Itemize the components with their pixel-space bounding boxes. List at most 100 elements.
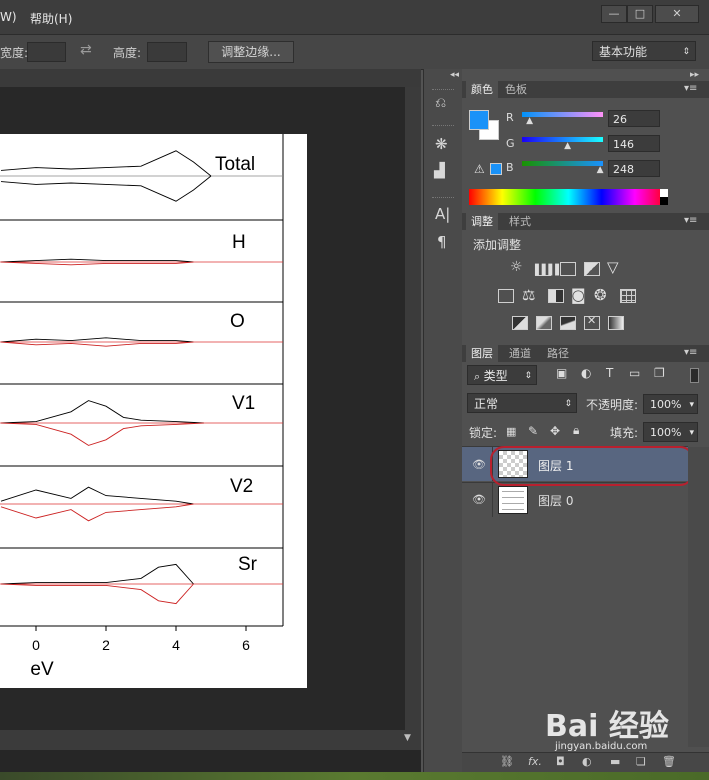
strip-grip [432, 89, 454, 94]
vertical-scrollbar[interactable] [405, 87, 421, 730]
eye-icon[interactable]: 👁︎ [472, 458, 486, 471]
threshold-icon[interactable] [560, 316, 576, 330]
filter-smart-object-icon[interactable]: ❐ [654, 366, 665, 380]
refine-edge-button[interactable]: 调整边缘... [208, 41, 294, 63]
menu-bar: W) 帮助(H) — □ ✕ [0, 0, 709, 34]
filter-pixel-icon[interactable]: ▣ [556, 366, 567, 380]
opacity-field[interactable]: 100% ▾ [643, 394, 698, 414]
layer-filter-select[interactable]: ⌕ 类型 ⇕ [467, 365, 537, 385]
blend-mode-select[interactable]: 正常 ⇕ [467, 393, 577, 413]
g-value[interactable]: 146 [608, 135, 660, 152]
b-value[interactable]: 248 [608, 160, 660, 177]
height-label: 高度: [113, 46, 142, 60]
maximize-button[interactable]: □ [627, 5, 653, 23]
tab-swatches[interactable]: 色板 [500, 81, 532, 98]
foreground-color-swatch-front[interactable] [469, 110, 489, 130]
character-icon[interactable]: A| [435, 205, 450, 223]
levels-icon[interactable]: ▌▌▌▌ [535, 262, 563, 276]
x-tick-label: 4 [172, 637, 180, 653]
width-label: 宽度: [0, 46, 29, 60]
workspace-label: 基本功能 [599, 45, 648, 59]
height-input[interactable] [147, 42, 187, 62]
fx-icon[interactable]: fx. [528, 755, 542, 768]
layer-name[interactable]: 图层 0 [538, 492, 573, 509]
minimize-button[interactable]: — [601, 5, 627, 23]
filter-type-icon[interactable]: T [606, 366, 613, 380]
curves-icon[interactable] [560, 262, 576, 276]
paragraph-icon[interactable]: ¶ [437, 233, 447, 251]
link-icon[interactable]: ⛓ [500, 755, 514, 768]
layer-row[interactable]: 👁︎ 图层 0 [462, 482, 688, 517]
panel-menu-icon[interactable]: ▾≡ [684, 347, 697, 358]
filter-toggle-switch[interactable] [690, 368, 699, 383]
r-slider[interactable] [522, 112, 603, 117]
gamut-warning-icon[interactable]: ⚠ [474, 162, 485, 176]
web-safe-swatch[interactable] [490, 163, 502, 175]
x-axis-label: eV [30, 659, 54, 680]
tab-layers[interactable]: 图层 [466, 345, 498, 362]
fill-field[interactable]: 100% ▾ [643, 422, 698, 442]
channel-mixer-icon[interactable]: ❂ [594, 286, 607, 304]
posterize-icon[interactable] [536, 316, 552, 330]
menu-help[interactable]: 帮助(H) [30, 10, 72, 27]
vibrance-icon[interactable]: ▽ [607, 258, 619, 276]
layer-thumbnail [498, 486, 528, 514]
histogram-icon[interactable]: ▟ [434, 163, 445, 179]
filter-shape-icon[interactable]: ▭ [629, 366, 640, 380]
selective-color-icon[interactable]: ✕ [584, 314, 600, 330]
tab-paths[interactable]: 路径 [542, 345, 574, 362]
r-label: R [506, 111, 514, 124]
g-slider-thumb[interactable]: ▲ [564, 141, 571, 151]
lock-transparent-icon[interactable]: ▦ [506, 425, 516, 438]
layers-panel-tabs: 图层 通道 路径 ▾≡ [462, 345, 709, 362]
tab-styles[interactable]: 样式 [504, 213, 536, 230]
black-swatch[interactable] [660, 197, 668, 205]
tab-channels[interactable]: 通道 [504, 345, 536, 362]
collapsed-panel-strip: ◂◂ ⎌ ❋ ▟ A| ¶ [423, 69, 463, 780]
scroll-down-icon[interactable]: ▼ [404, 733, 411, 743]
white-swatch[interactable] [660, 189, 668, 197]
invert-icon[interactable] [512, 316, 528, 330]
horizontal-scrollbar[interactable]: ▼ [0, 730, 421, 750]
photo-filter-icon[interactable]: ◙ [571, 286, 586, 304]
panel-menu-icon[interactable]: ▾≡ [684, 83, 697, 94]
color-lookup-icon[interactable] [620, 289, 636, 303]
lock-brush-icon[interactable]: ✎ [528, 424, 538, 438]
color-balance-icon[interactable]: ⚖ [522, 286, 535, 304]
strip-grip [432, 125, 454, 130]
gradient-map-icon[interactable] [608, 316, 624, 330]
lock-move-icon[interactable]: ✥ [550, 424, 560, 438]
workspace-select[interactable]: 基本功能 ⇕ [592, 41, 696, 61]
collapse-left-icon[interactable]: ◂◂ [450, 70, 459, 80]
r-value[interactable]: 26 [608, 110, 660, 127]
swap-icon[interactable]: ⇄ [80, 42, 92, 58]
series-line-down [0, 341, 194, 347]
lock-all-icon[interactable]: 🔒︎ [573, 423, 579, 438]
r-slider-thumb[interactable]: ▲ [526, 116, 533, 126]
panel-menu-icon[interactable]: ▾≡ [684, 215, 697, 226]
chevron-down-icon: ▾ [689, 428, 694, 438]
width-input[interactable] [27, 42, 66, 62]
eye-icon[interactable]: 👁︎ [472, 493, 486, 506]
b-slider[interactable] [522, 161, 603, 166]
color-spectrum-bar[interactable] [469, 189, 668, 205]
filter-adjustment-icon[interactable]: ◐ [581, 366, 591, 380]
layer-filter-label: 类型 [483, 369, 508, 383]
black-white-icon[interactable] [548, 289, 564, 303]
navigator-icon[interactable]: ❋ [435, 135, 448, 153]
hue-saturation-icon[interactable] [498, 289, 514, 303]
opacity-value: 100% [650, 398, 682, 411]
close-button[interactable]: ✕ [655, 5, 699, 23]
history-icon[interactable]: ⎌ [435, 95, 446, 111]
menu-window[interactable]: W) [0, 10, 17, 24]
b-label: B [506, 161, 514, 174]
tab-color[interactable]: 颜色 [466, 81, 498, 98]
brightness-icon[interactable]: ☼ [510, 259, 523, 275]
expand-right-icon[interactable]: ▸▸ [690, 70, 699, 80]
tab-adjustments[interactable]: 调整 [466, 213, 498, 230]
exposure-icon[interactable] [584, 262, 600, 276]
b-slider-thumb[interactable]: ▲ [597, 165, 604, 175]
g-slider[interactable] [522, 137, 603, 142]
add-adjustment-heading: 添加调整 [473, 238, 522, 252]
panel-label: V1 [232, 393, 255, 414]
